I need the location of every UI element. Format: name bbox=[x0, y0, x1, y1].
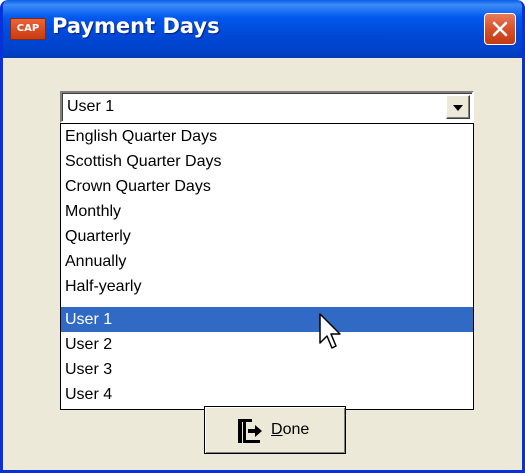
close-icon bbox=[492, 21, 508, 37]
list-item-scottish-quarter-days[interactable]: Scottish Quarter Days bbox=[61, 149, 473, 174]
chevron-down-icon bbox=[453, 105, 463, 111]
close-button[interactable] bbox=[484, 13, 516, 45]
list-item-user-2[interactable]: User 2 bbox=[61, 332, 473, 357]
list-item-user-3[interactable]: User 3 bbox=[61, 357, 473, 382]
list-item-half-yearly[interactable]: Half-yearly bbox=[61, 274, 473, 299]
mouse-pointer-icon bbox=[319, 313, 341, 349]
exit-door-icon bbox=[238, 419, 262, 443]
combo-dropdown-button[interactable] bbox=[446, 95, 470, 119]
title-bar[interactable]: CAP Payment Days bbox=[3, 0, 522, 58]
list-item-annually[interactable]: Annually bbox=[61, 249, 473, 274]
done-button-label: Done bbox=[271, 421, 309, 439]
done-label-rest: one bbox=[282, 421, 310, 438]
list-item-english-quarter-days[interactable]: English Quarter Days bbox=[61, 124, 473, 149]
window-title: Payment Days bbox=[52, 14, 220, 38]
list-item-user-4[interactable]: User 4 bbox=[61, 382, 473, 407]
app-logo-icon: CAP bbox=[10, 18, 46, 40]
list-item-user-1[interactable]: User 1 bbox=[61, 307, 473, 332]
dropdown-list[interactable]: English Quarter Days Scottish Quarter Da… bbox=[60, 123, 474, 410]
payment-days-combo[interactable]: User 1 bbox=[60, 91, 474, 123]
list-item-monthly[interactable]: Monthly bbox=[61, 199, 473, 224]
done-mnemonic: D bbox=[271, 421, 283, 438]
list-item-quarterly[interactable]: Quarterly bbox=[61, 224, 473, 249]
done-button[interactable]: Done bbox=[204, 406, 346, 454]
list-item-crown-quarter-days[interactable]: Crown Quarter Days bbox=[61, 174, 473, 199]
combo-selected-value: User 1 bbox=[67, 98, 115, 115]
